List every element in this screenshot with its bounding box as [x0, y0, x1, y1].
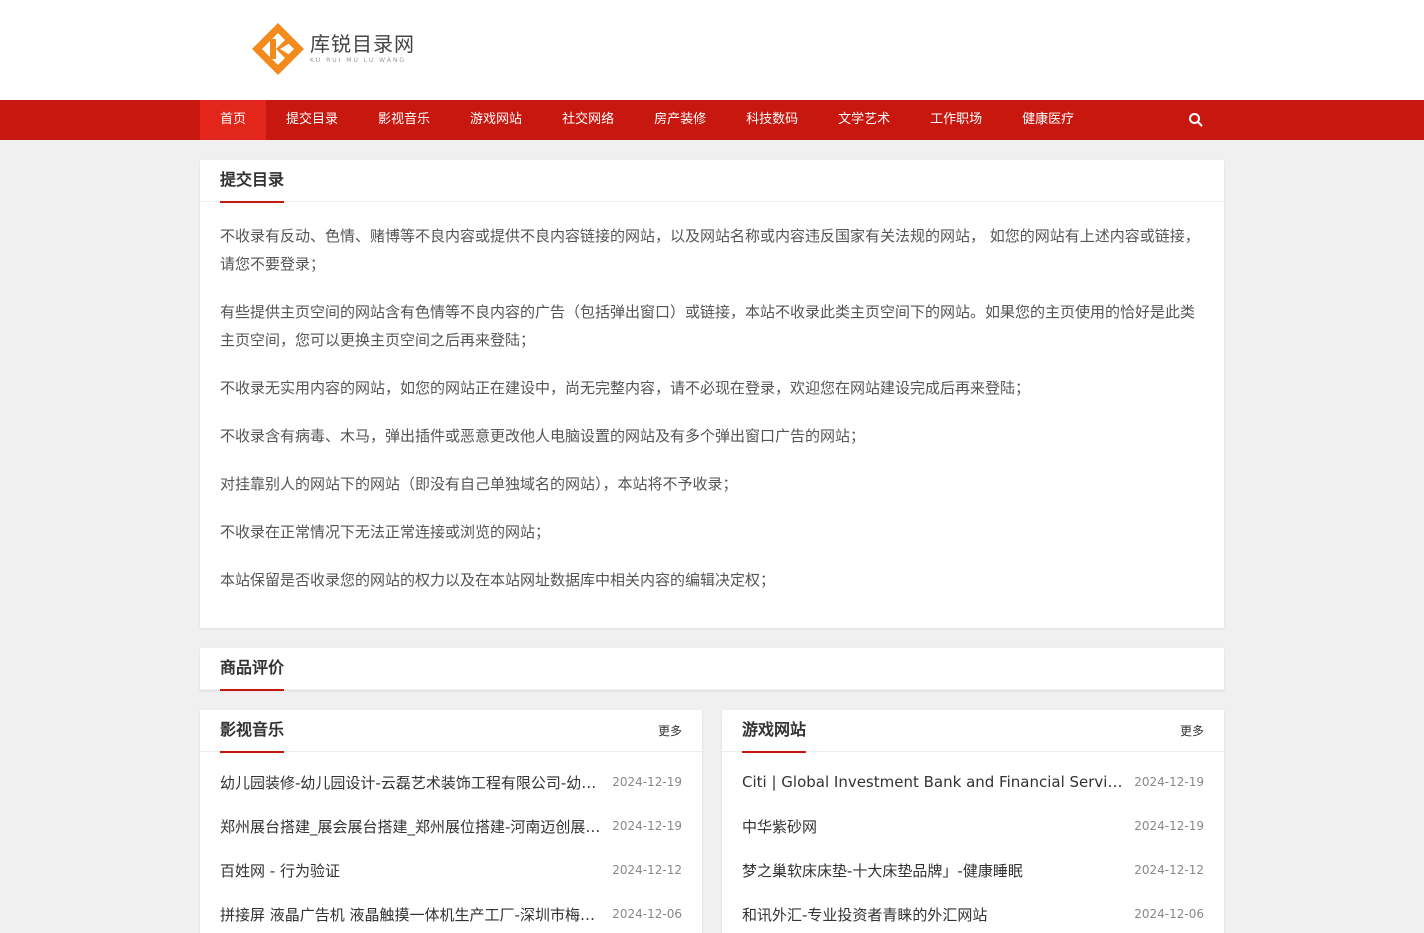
list-item: Citi | Global Investment Bank and Financ… [742, 760, 1204, 804]
category-columns: 影视音乐 更多 幼儿园装修-幼儿园设计-云磊艺术装饰工程有限公司-幼儿园装修设计… [200, 710, 1224, 933]
category-left: 影视音乐 更多 幼儿园装修-幼儿园设计-云磊艺术装饰工程有限公司-幼儿园装修设计… [200, 710, 702, 933]
reviews-panel-title: 商品评价 [220, 648, 285, 691]
list-item: 百姓网 - 行为验证 2024-12-12 [220, 848, 682, 892]
nav-item[interactable]: 提交目录 [266, 100, 358, 140]
list-item: 中华紫砂网 2024-12-19 [742, 804, 1204, 848]
category-left-list: 幼儿园装修-幼儿园设计-云磊艺术装饰工程有限公司-幼儿园装修设计 2024-12-… [200, 752, 702, 933]
site-header: 库锐目录网 KU RUI MU LU WANG [0, 0, 1424, 100]
category-left-title: 影视音乐 [220, 710, 285, 753]
nav-item[interactable]: 游戏网站 [450, 100, 542, 140]
reviews-panel: 商品评价 [200, 648, 1224, 691]
list-item-date: 2024-12-19 [1134, 819, 1204, 833]
nav-item[interactable]: 健康医疗 [1002, 100, 1094, 140]
logo-name-en: KU RUI MU LU WANG [310, 57, 406, 64]
logo-name-cn: 库锐目录网 [310, 32, 415, 56]
nav-item[interactable]: 首页 [200, 100, 267, 140]
list-item-link[interactable]: 和讯外汇-专业投资者青睐的外汇网站 [742, 904, 987, 925]
nav-item[interactable]: 房产装修 [634, 100, 726, 140]
category-right: 游戏网站 更多 Citi | Global Investment Bank an… [722, 710, 1224, 933]
nav-item[interactable]: 文学艺术 [818, 100, 910, 140]
rule-paragraph: 对挂靠别人的网站下的网站（即没有自己单独域名的网站），本站将不予收录； [220, 475, 738, 493]
nav-item[interactable]: 科技数码 [726, 100, 818, 140]
nav-item[interactable]: 工作职场 [910, 100, 1002, 140]
nav-item[interactable]: 影视音乐 [358, 100, 450, 140]
submit-panel-title: 提交目录 [220, 160, 285, 203]
category-right-list: Citi | Global Investment Bank and Financ… [722, 752, 1224, 933]
rule-paragraph: 本站保留是否收录您的网站的权力以及在本站网址数据库中相关内容的编辑决定权； [220, 571, 776, 589]
rule-paragraph: 不收录有反动、色情、赌博等不良内容或提供不良内容链接的网站，以及网站名称或内容违… [220, 227, 1200, 273]
list-item-link[interactable]: Citi | Global Investment Bank and Financ… [742, 773, 1128, 791]
list-item-date: 2024-12-19 [612, 775, 682, 789]
list-item-link[interactable]: 幼儿园装修-幼儿园设计-云磊艺术装饰工程有限公司-幼儿园装修设计 [220, 772, 606, 793]
more-link[interactable]: 更多 [658, 722, 682, 739]
list-item: 幼儿园装修-幼儿园设计-云磊艺术装饰工程有限公司-幼儿园装修设计 2024-12-… [220, 760, 682, 804]
list-item-date: 2024-12-12 [612, 863, 682, 877]
site-logo[interactable]: 库锐目录网 KU RUI MU LU WANG [222, 18, 440, 80]
rule-paragraph: 不收录在正常情况下无法正常连接或浏览的网站； [220, 523, 551, 541]
list-item-link[interactable]: 拼接屏 液晶广告机 液晶触摸一体机生产工厂-深圳市梅花显示科技 [220, 904, 606, 925]
nav-item[interactable]: 社交网络 [542, 100, 634, 140]
rule-paragraph: 不收录含有病毒、木马，弹出插件或恶意更改他人电脑设置的网站及有多个弹出窗口广告的… [220, 427, 866, 445]
list-item: 和讯外汇-专业投资者青睐的外汇网站 2024-12-06 [742, 892, 1204, 933]
more-link[interactable]: 更多 [1180, 722, 1204, 739]
list-item: 拼接屏 液晶广告机 液晶触摸一体机生产工厂-深圳市梅花显示科技 2024-12-0… [220, 892, 682, 933]
rule-paragraph: 不收录无实用内容的网站，如您的网站正在建设中，尚无完整内容，请不必现在登录，欢迎… [220, 379, 1031, 397]
list-item: 梦之巢软床床垫-十大床垫品牌」-健康睡眠 2024-12-12 [742, 848, 1204, 892]
list-item-link[interactable]: 梦之巢软床床垫-十大床垫品牌」-健康睡眠 [742, 860, 1023, 881]
submit-rules: 不收录有反动、色情、赌博等不良内容或提供不良内容链接的网站，以及网站名称或内容违… [200, 202, 1224, 628]
logo-k-icon [252, 23, 304, 75]
list-item-date: 2024-12-19 [612, 819, 682, 833]
list-item-link[interactable]: 中华紫砂网 [742, 816, 817, 837]
list-item-link[interactable]: 百姓网 - 行为验证 [220, 860, 340, 881]
list-item-date: 2024-12-06 [612, 907, 682, 921]
list-item-date: 2024-12-19 [1134, 775, 1204, 789]
search-icon[interactable] [1188, 112, 1204, 128]
list-item: 郑州展台搭建_展会展台搭建_郑州展位搭建-河南迈创展览展示 2024-12-19 [220, 804, 682, 848]
category-right-title: 游戏网站 [742, 710, 807, 753]
list-item-link[interactable]: 郑州展台搭建_展会展台搭建_郑州展位搭建-河南迈创展览展示 [220, 816, 606, 837]
rule-paragraph: 有些提供主页空间的网站含有色情等不良内容的广告（包括弹出窗口）或链接，本站不收录… [220, 303, 1196, 349]
submit-panel: 提交目录 不收录有反动、色情、赌博等不良内容或提供不良内容链接的网站，以及网站名… [200, 160, 1224, 628]
main-nav: 首页 提交目录 影视音乐 游戏网站 社交网络 房产装修 科技数码 文学艺术 工作职场 健康医疗 [0, 100, 1424, 140]
list-item-date: 2024-12-12 [1134, 863, 1204, 877]
list-item-date: 2024-12-06 [1134, 907, 1204, 921]
